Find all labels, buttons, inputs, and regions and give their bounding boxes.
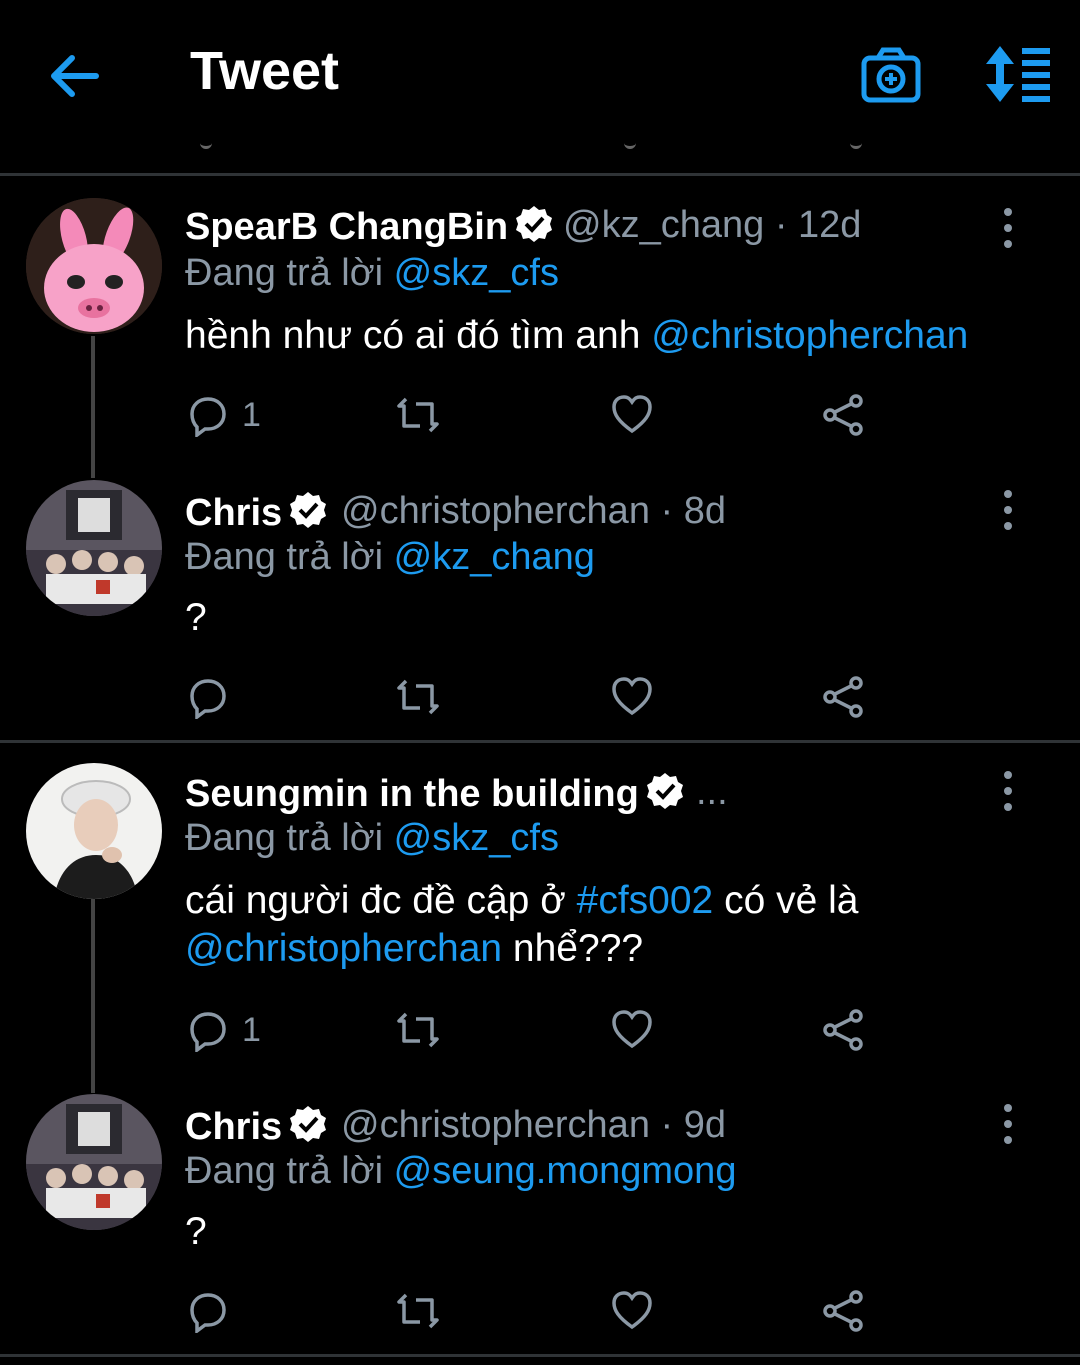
reply-icon: [190, 397, 226, 437]
replying-to: Đang trả lời @skz_cfs: [185, 817, 559, 859]
reply-button[interactable]: 1: [186, 390, 261, 440]
share-icon: [823, 1009, 863, 1051]
thread-line: [91, 899, 95, 1093]
mention-link[interactable]: @skz_cfs: [394, 817, 559, 859]
share-icon: [823, 676, 863, 718]
avatar[interactable]: [26, 763, 162, 899]
handle-and-time: @christopherchan · 9d: [341, 1104, 727, 1146]
retweet-icon: [397, 679, 439, 715]
tweet-text: cái người đc đề cập ở #cfs002 có vẻ là @c…: [185, 879, 859, 970]
like-button[interactable]: [610, 672, 654, 722]
top-bar: Tweet: [0, 0, 1080, 150]
cut-off-icon: [850, 138, 862, 149]
retweet-button[interactable]: [396, 390, 440, 440]
share-icon: [823, 1290, 863, 1332]
verified-badge-icon: [288, 490, 328, 530]
retweet-button[interactable]: [396, 1286, 440, 1336]
thread-line: [91, 336, 95, 478]
heart-icon: [612, 677, 652, 716]
like-button[interactable]: [610, 390, 654, 440]
avatar[interactable]: [26, 1094, 162, 1230]
mention-link[interactable]: @christopherchan: [185, 927, 502, 970]
reply-button[interactable]: 1: [186, 1005, 261, 1055]
reply-icon: [190, 679, 226, 719]
more-options-icon[interactable]: [990, 206, 1026, 250]
mention-link[interactable]: @seung.mongmong: [394, 1150, 737, 1192]
reply-icon: [190, 1012, 226, 1052]
like-button[interactable]: [610, 1005, 654, 1055]
replying-to: Đang trả lời @seung.mongmong: [185, 1150, 737, 1192]
tweet-text: ?: [185, 1210, 207, 1253]
retweet-icon: [397, 397, 439, 433]
hashtag-link[interactable]: #cfs002: [577, 879, 714, 922]
share-button[interactable]: [822, 390, 866, 440]
handle-truncated: ...: [696, 771, 728, 813]
tweet-chris-1[interactable]: Chris @christopherchan · 8d Đang trả lời…: [0, 466, 1080, 740]
display-name[interactable]: SpearB ChangBin: [185, 204, 554, 249]
verified-badge-icon: [288, 1104, 328, 1144]
reply-button[interactable]: [186, 672, 242, 722]
back-arrow-icon[interactable]: [46, 48, 102, 104]
reply-button[interactable]: [186, 1286, 242, 1336]
sort-replies-icon[interactable]: [980, 44, 1052, 104]
display-name[interactable]: Chris: [185, 490, 328, 535]
tweet-changbin[interactable]: SpearB ChangBin @kz_chang · 12d Đang trả…: [0, 176, 1080, 478]
avatar[interactable]: [26, 480, 162, 616]
replying-to: Đang trả lời @kz_chang: [185, 536, 595, 578]
share-icon: [823, 394, 863, 436]
share-button[interactable]: [822, 672, 866, 722]
retweet-button[interactable]: [396, 672, 440, 722]
display-name[interactable]: Chris: [185, 1104, 328, 1149]
handle-and-time: @christopherchan · 8d: [341, 490, 727, 532]
retweet-icon: [397, 1012, 439, 1048]
divider: [0, 1354, 1080, 1357]
more-options-icon[interactable]: [990, 488, 1026, 532]
mention-link[interactable]: @kz_chang: [394, 536, 595, 578]
share-button[interactable]: [822, 1286, 866, 1336]
mention-link[interactable]: @skz_cfs: [394, 252, 559, 294]
replying-to: Đang trả lời @skz_cfs: [185, 252, 559, 294]
more-options-icon[interactable]: [990, 769, 1026, 813]
tweet-seungmin[interactable]: Seungmin in the building ... Đang trả lờ…: [0, 743, 1080, 1093]
heart-icon: [612, 395, 652, 434]
avatar[interactable]: [26, 198, 162, 334]
share-button[interactable]: [822, 1005, 866, 1055]
like-button[interactable]: [610, 1286, 654, 1336]
more-options-icon[interactable]: [990, 1102, 1026, 1146]
page-title: Tweet: [190, 41, 340, 101]
display-name[interactable]: Seungmin in the building: [185, 771, 685, 816]
tweet-text: ?: [185, 596, 207, 639]
cut-off-icon: [200, 138, 212, 149]
tweet-chris-2[interactable]: Chris @christopherchan · 9d Đang trả lời…: [0, 1080, 1080, 1352]
handle-and-time: @kz_chang · 12d: [563, 204, 862, 246]
tweet-text: hềnh như có ai đó tìm anh @christopherch…: [185, 314, 969, 357]
retweet-icon: [397, 1293, 439, 1329]
verified-badge-icon: [645, 771, 685, 811]
camera-add-icon[interactable]: [860, 46, 922, 104]
cut-off-icon: [624, 138, 636, 149]
heart-icon: [612, 1291, 652, 1330]
heart-icon: [612, 1010, 652, 1049]
mention-link[interactable]: @christopherchan: [651, 314, 968, 357]
retweet-button[interactable]: [396, 1005, 440, 1055]
verified-badge-icon: [514, 204, 554, 244]
reply-icon: [190, 1293, 226, 1333]
